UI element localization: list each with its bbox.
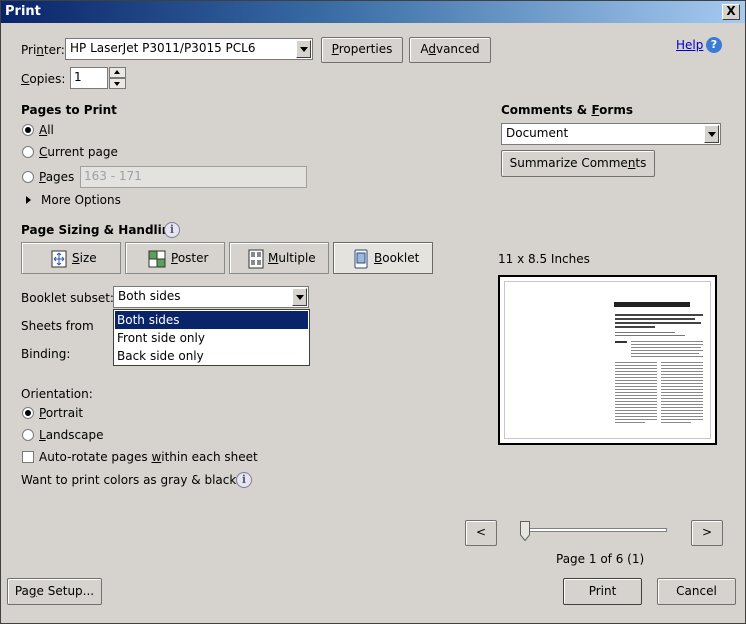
radio-current-page[interactable] [22,146,34,158]
copies-value: 1 [74,70,82,84]
page-slider-track[interactable] [520,528,667,532]
print-button[interactable]: Print [563,578,642,605]
dropdown-option-front-side[interactable]: Front side only [115,329,308,347]
chevron-down-icon [292,288,307,306]
tab-size-label: Size [72,251,97,265]
comments-forms-value: Document [506,126,569,140]
more-options-toggle[interactable]: More Options [41,193,121,207]
close-button[interactable]: X [722,4,740,20]
chevron-up-icon [114,70,120,74]
radio-portrait-label[interactable]: Portrait [39,406,83,420]
preview-document-thumbnail [614,302,703,423]
info-icon[interactable]: i [164,222,180,238]
page-indicator: Page 1 of 6 (1) [556,552,645,566]
properties-button[interactable]: Properties [321,37,403,63]
tab-booklet-label: Booklet [374,251,420,265]
booklet-subset-label: Booklet subset: [21,291,114,305]
preview-page [504,281,711,439]
next-page-button[interactable]: > [691,520,723,546]
dropdown-option-both-sides[interactable]: Both sides [115,311,308,329]
info-icon[interactable]: i [236,472,252,488]
orientation-label: Orientation: [21,387,93,401]
print-dialog: Print X Printer: HP LaserJet P3011/P3015… [0,0,746,624]
tab-size[interactable]: Size [21,242,121,274]
booklet-icon [354,249,368,269]
pages-range-input[interactable]: 163 - 171 [80,166,307,188]
tab-poster[interactable]: Poster [125,242,225,274]
copies-input[interactable]: 1 [70,67,108,89]
radio-landscape[interactable] [22,429,34,441]
dialog-title: Print [5,4,41,19]
radio-current-page-label[interactable]: Current page [39,145,118,159]
chevron-down-icon [114,82,120,86]
summarize-comments-button[interactable]: Summarize Comments [501,150,655,177]
printer-select[interactable]: HP LaserJet P3011/P3015 PCL6 [65,38,313,60]
radio-pages[interactable] [22,171,34,183]
binding-label: Binding: [21,347,71,361]
gray-black-question: Want to print colors as gray & black? [21,473,243,487]
size-icon [51,250,67,268]
print-preview [498,275,717,445]
dropdown-option-back-side[interactable]: Back side only [115,347,308,365]
auto-rotate-label[interactable]: Auto-rotate pages within each sheet [39,450,258,464]
pages-range-placeholder: 163 - 171 [84,169,142,183]
radio-all-label[interactable]: All [39,123,54,137]
printer-select-value: HP LaserJet P3011/P3015 PCL6 [70,41,256,55]
comments-forms-select[interactable]: Document [501,123,721,145]
copies-label: Copies: [21,72,66,86]
comments-forms-header: Comments & Forms [501,103,633,117]
poster-icon [148,250,166,268]
radio-portrait[interactable] [22,407,34,419]
auto-rotate-checkbox[interactable] [22,451,34,463]
radio-pages-label[interactable]: Pages [39,170,74,184]
pages-to-print-header: Pages to Print [21,103,117,117]
title-bar: Print X [1,1,745,23]
tab-multiple[interactable]: Multiple [229,242,329,274]
page-sizing-header: Page Sizing & Handling [21,223,179,237]
tab-booklet[interactable]: Booklet [333,242,433,274]
copies-up-button[interactable] [109,67,126,78]
booklet-subset-value: Both sides [118,289,181,303]
tab-poster-label: Poster [171,251,209,265]
page-slider-thumb[interactable] [520,521,530,542]
previous-page-button[interactable]: < [465,520,497,546]
radio-landscape-label[interactable]: Landscape [39,428,103,442]
help-icon[interactable]: ? [706,37,722,53]
booklet-subset-dropdown: Both sides Front side only Back side onl… [113,309,310,366]
booklet-subset-select[interactable]: Both sides [113,286,309,308]
help-link[interactable]: Help [676,38,703,52]
printer-label: Printer: [21,43,65,57]
preview-size-label: 11 x 8.5 Inches [498,252,590,266]
advanced-button[interactable]: Advanced [409,37,491,63]
chevron-down-icon [296,40,311,58]
multiple-icon [248,249,264,269]
sheets-from-label: Sheets from [21,319,94,333]
radio-all[interactable] [22,124,34,136]
cancel-button[interactable]: Cancel [657,578,736,605]
tab-multiple-label: Multiple [268,251,316,265]
copies-down-button[interactable] [109,78,126,89]
page-setup-button[interactable]: Page Setup... [7,578,102,605]
chevron-down-icon [704,125,719,143]
expand-triangle-icon[interactable] [26,196,31,204]
